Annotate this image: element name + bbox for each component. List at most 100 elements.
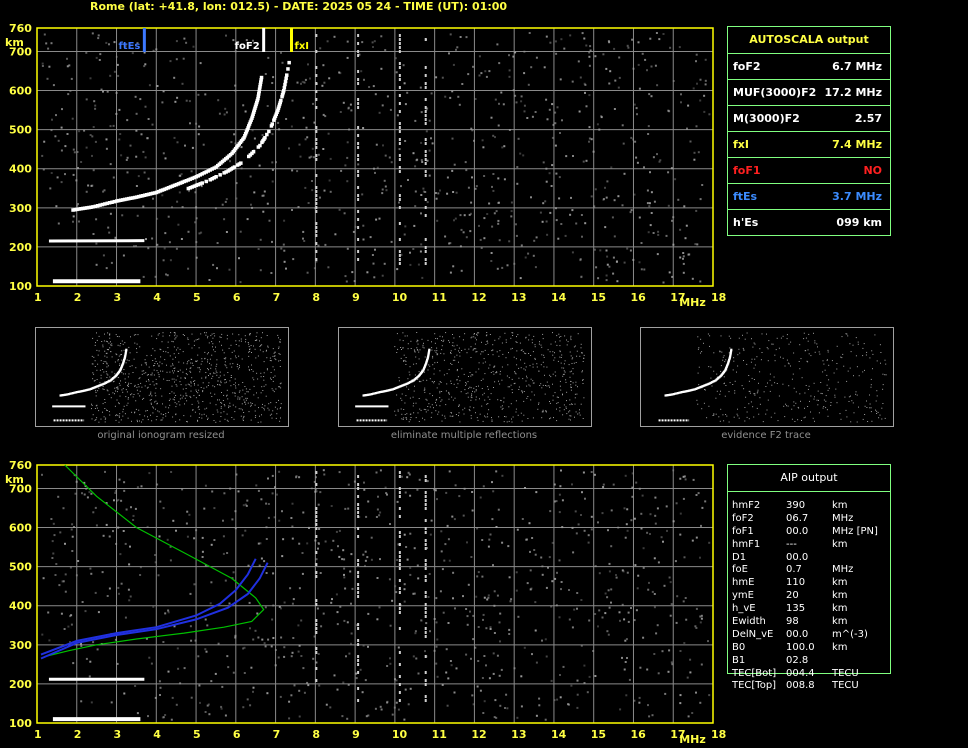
noise-dot bbox=[557, 360, 559, 362]
noise-dot bbox=[558, 333, 560, 335]
noise-dot bbox=[396, 333, 398, 335]
noise-dot bbox=[441, 391, 443, 392]
noise-dot bbox=[560, 581, 563, 583]
noise-dot bbox=[220, 382, 222, 384]
noise-dot bbox=[136, 486, 139, 489]
noise-dot bbox=[569, 34, 572, 37]
noise-dot bbox=[233, 350, 235, 352]
noise-dot bbox=[109, 376, 111, 378]
noise-dot bbox=[249, 334, 251, 336]
noise-dot bbox=[430, 416, 432, 418]
interference-dot bbox=[315, 519, 318, 522]
noise-dot bbox=[669, 581, 672, 584]
noise-dot bbox=[346, 156, 349, 159]
noise-dot bbox=[417, 263, 420, 266]
noise-dot bbox=[556, 571, 558, 574]
noise-dot bbox=[175, 406, 177, 408]
noise-dot bbox=[100, 88, 103, 91]
aip-value: 008.8 bbox=[786, 680, 815, 692]
noise-dot bbox=[418, 478, 421, 481]
noise-dot bbox=[416, 564, 419, 567]
noise-dot bbox=[878, 417, 880, 419]
noise-dot bbox=[250, 419, 252, 421]
noise-dot bbox=[565, 155, 568, 158]
noise-dot bbox=[485, 664, 487, 667]
noise-dot bbox=[499, 704, 502, 707]
noise-dot bbox=[475, 351, 477, 353]
interference-dot bbox=[424, 238, 427, 241]
interference-dot bbox=[315, 511, 318, 514]
noise-dot bbox=[128, 373, 130, 375]
noise-dot bbox=[458, 406, 460, 407]
noise-dot bbox=[406, 413, 408, 415]
noise-dot bbox=[92, 378, 94, 380]
noise-dot bbox=[201, 536, 204, 539]
noise-dot bbox=[230, 141, 233, 144]
noise-dot bbox=[632, 67, 635, 70]
noise-dot bbox=[696, 399, 698, 401]
noise-dot bbox=[816, 343, 818, 345]
noise-dot bbox=[119, 413, 121, 415]
noise-dot bbox=[495, 526, 498, 528]
noise-dot bbox=[202, 143, 205, 146]
noise-dot bbox=[203, 507, 206, 510]
noise-dot bbox=[511, 421, 513, 423]
noise-dot bbox=[249, 388, 251, 390]
noise-dot bbox=[833, 372, 835, 374]
noise-dot bbox=[370, 558, 373, 561]
interference-dot bbox=[398, 603, 401, 606]
noise-dot bbox=[484, 373, 486, 375]
interference-dot bbox=[315, 210, 318, 213]
noise-dot bbox=[104, 408, 106, 409]
noise-dot bbox=[105, 361, 107, 363]
noise-dot bbox=[153, 374, 155, 376]
noise-dot bbox=[245, 341, 246, 343]
noise-dot bbox=[296, 170, 299, 173]
noise-dot bbox=[462, 339, 464, 341]
noise-dot bbox=[481, 139, 484, 142]
noise-dot bbox=[314, 488, 317, 491]
interference-dot bbox=[424, 110, 427, 113]
noise-dot bbox=[165, 406, 167, 408]
noise-dot bbox=[268, 409, 270, 411]
noise-dot bbox=[405, 357, 407, 358]
noise-dot bbox=[450, 353, 452, 354]
noise-dot bbox=[679, 477, 682, 480]
noise-dot bbox=[436, 404, 437, 406]
noise-dot bbox=[206, 624, 209, 627]
noise-dot bbox=[118, 478, 121, 481]
noise-dot bbox=[271, 82, 274, 84]
noise-dot bbox=[677, 198, 680, 201]
noise-dot bbox=[147, 715, 149, 718]
noise-dot bbox=[60, 181, 63, 184]
noise-dot bbox=[207, 368, 209, 370]
noise-dot bbox=[218, 377, 220, 379]
noise-dot bbox=[200, 363, 202, 365]
noise-dot bbox=[303, 240, 306, 242]
noise-dot bbox=[195, 206, 198, 209]
noise-dot bbox=[302, 116, 305, 119]
noise-dot bbox=[162, 335, 164, 337]
noise-dot bbox=[468, 348, 470, 350]
noise-dot bbox=[817, 390, 819, 392]
noise-dot bbox=[875, 400, 877, 402]
noise-dot bbox=[263, 385, 265, 387]
noise-dot bbox=[194, 191, 197, 194]
noise-dot bbox=[544, 200, 547, 203]
noise-dot bbox=[759, 371, 761, 373]
noise-dot bbox=[94, 408, 96, 409]
interference-dot bbox=[315, 679, 318, 682]
noise-dot bbox=[697, 372, 699, 374]
noise-dot bbox=[545, 35, 548, 38]
noise-dot bbox=[142, 398, 143, 400]
interference-dot bbox=[398, 262, 401, 265]
noise-dot bbox=[118, 415, 120, 417]
noise-dot bbox=[650, 65, 653, 68]
y-tick-label: 760 bbox=[9, 459, 32, 472]
noise-dot bbox=[303, 81, 306, 84]
noise-dot bbox=[173, 368, 175, 369]
noise-dot bbox=[117, 414, 119, 416]
noise-dot bbox=[272, 380, 274, 382]
noise-dot bbox=[120, 582, 123, 585]
noise-dot bbox=[509, 600, 512, 603]
